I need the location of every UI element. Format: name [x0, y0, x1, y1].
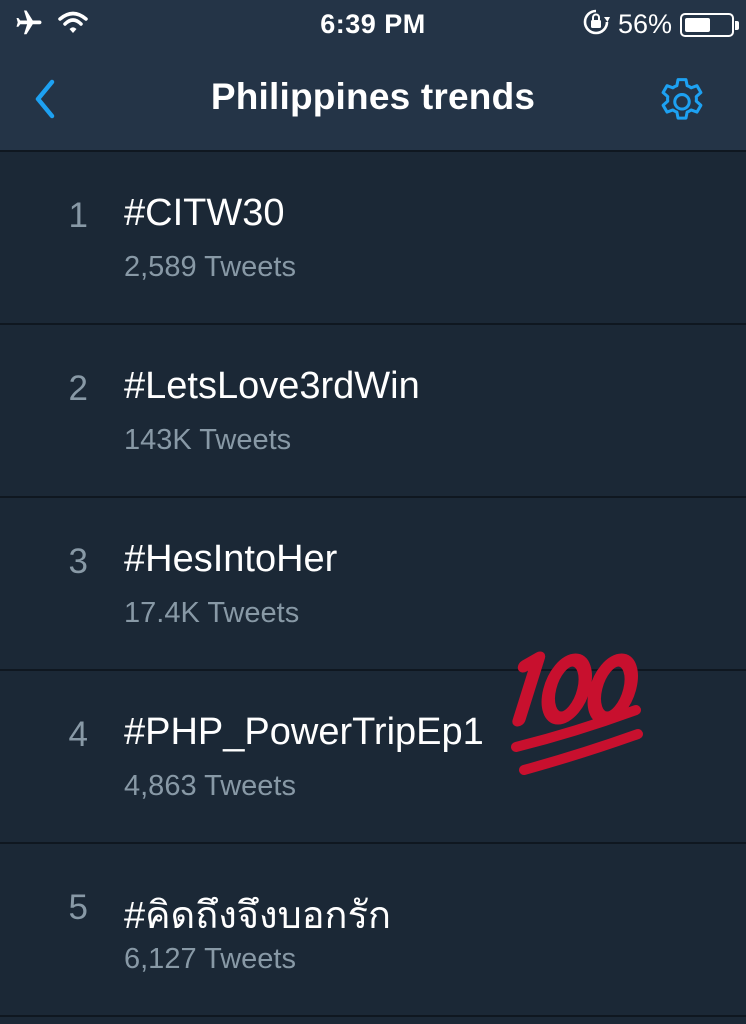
trend-rank: 4 [68, 715, 88, 754]
trend-name: #คิดถึงจึงบอกรัก [124, 895, 391, 937]
trend-name: #HesIntoHer [124, 538, 338, 580]
navigation-bar: Philippines trends [0, 48, 746, 152]
trend-name: #PHP_PowerTripEp1 [124, 711, 484, 753]
trend-tweet-count: 143K Tweets [124, 424, 292, 456]
trend-tweet-count: 6,127 Tweets [124, 943, 296, 975]
trend-rank: 1 [68, 196, 88, 235]
trend-row[interactable]: 1 #CITW30 2,589 Tweets [0, 152, 746, 325]
trends-list: 1 #CITW30 2,589 Tweets 2 #LetsLove3rdWin… [0, 152, 746, 1017]
battery-tip [735, 20, 739, 30]
trend-tweet-count: 2,589 Tweets [124, 251, 296, 283]
trend-name: #CITW30 [124, 192, 285, 234]
trend-row[interactable]: 2 #LetsLove3rdWin 143K Tweets [0, 325, 746, 498]
trend-rank: 3 [68, 542, 88, 581]
trend-tweet-count: 17.4K Tweets [124, 597, 300, 629]
trend-rank: 5 [68, 888, 88, 927]
settings-button[interactable] [654, 71, 710, 127]
trend-rank: 2 [68, 369, 88, 408]
trend-row[interactable]: 5 #คิดถึงจึงบอกรัก 6,127 Tweets [0, 844, 746, 1017]
status-right-icons: 56% [582, 8, 739, 41]
orientation-lock-icon [582, 8, 610, 41]
page-title: Philippines trends [210, 76, 536, 117]
battery-percent: 56% [617, 9, 672, 39]
hundred-points-icon [498, 644, 648, 784]
trend-tweet-count: 4,863 Tweets [124, 770, 296, 802]
battery-icon [680, 12, 739, 37]
status-bar: 6:39 PM 56% [0, 0, 746, 48]
battery-level [685, 17, 710, 32]
gear-icon [654, 78, 710, 131]
trend-name: #LetsLove3rdWin [124, 365, 420, 407]
